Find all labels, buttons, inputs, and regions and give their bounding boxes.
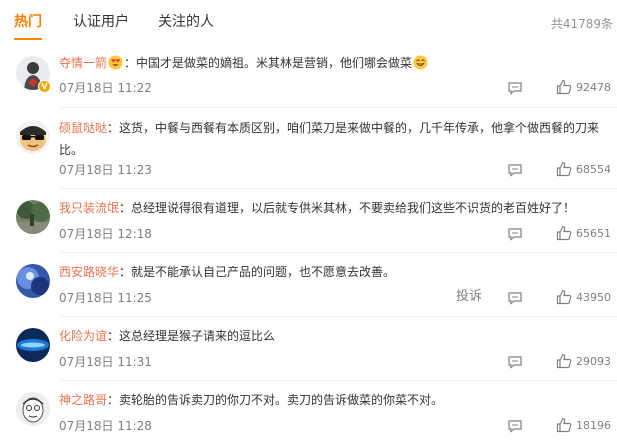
comment-username[interactable]: 夺情一箭: [59, 56, 107, 70]
report-button[interactable]: 投诉: [456, 287, 482, 307]
comment-content: 卖轮胎的告诉卖刀的你刀不对。卖刀的告诉做菜的你菜不对。: [119, 393, 444, 407]
tab-following[interactable]: 关注的人: [158, 13, 214, 31]
tab-verified-users[interactable]: 认证用户: [73, 13, 129, 31]
comment-content: 中国才是做菜的嫡祖。米其林是营销，他们哪会做菜: [136, 56, 413, 70]
comment-time: 07月18日 11:23: [59, 163, 152, 177]
like-icon[interactable]: [556, 417, 572, 433]
like-count: 65651: [576, 227, 611, 240]
like-count: 92478: [576, 81, 611, 94]
comment-time: 07月18日 12:18: [59, 227, 152, 241]
comment-item: V 夺情一箭 ：中国才是做菜的嫡祖。米其林是营销，他们哪会做菜 07月18日 11…: [0, 44, 617, 108]
comment-content: 就是不能承认自己产品的问题，也不愿意去改善。: [131, 265, 396, 279]
comment-text: 神之路哥：卖轮胎的告诉卖刀的你刀不对。卖刀的告诉做菜的你菜不对。: [59, 393, 444, 407]
reply-icon[interactable]: [507, 354, 523, 370]
reply-icon[interactable]: [507, 80, 523, 96]
like-count: 29093: [576, 355, 611, 368]
comment-username[interactable]: 西安路晓华: [59, 265, 119, 279]
comment-username[interactable]: 硕鼠哒哒: [59, 121, 107, 135]
avatar[interactable]: [16, 120, 50, 154]
sunglasses-avatar-icon: [16, 120, 50, 154]
comment-username[interactable]: 我只装流氓: [59, 201, 119, 215]
total-count: 共41789条: [550, 17, 613, 31]
like-count: 68554: [576, 163, 611, 176]
avatar[interactable]: [16, 328, 50, 362]
avatar[interactable]: [16, 200, 50, 234]
tab-hot[interactable]: 热门: [14, 13, 42, 31]
blue-abstract-avatar-icon: [16, 264, 50, 298]
comment-item: 硕鼠哒哒：这货，中餐与西餐有本质区别，咱们菜刀是来做中餐的，几千年传承，他拿个做…: [0, 108, 617, 189]
avatar[interactable]: [16, 264, 50, 298]
reply-icon[interactable]: [507, 226, 523, 242]
blue-orb-avatar-icon: [16, 328, 50, 362]
sketch-face-avatar-icon: [16, 392, 50, 426]
comment-text: 西安路晓华：就是不能承认自己产品的问题，也不愿意去改善。: [59, 265, 396, 279]
comment-time: 07月18日 11:22: [59, 81, 152, 95]
like-icon[interactable]: [556, 353, 572, 369]
heart-eyes-emoji-icon: [108, 55, 123, 70]
comment-content: 总经理说得很有道理，以后就专供米其林，不要卖给我们这些不识货的老百姓好了！: [131, 201, 576, 215]
comment-content: 这总经理是猴子请来的逗比么: [119, 329, 276, 343]
comment-time: 07月18日 11:31: [59, 355, 152, 369]
comment-username[interactable]: 神之路哥: [59, 393, 107, 407]
comment-item: 化险为谊：这总经理是猴子请来的逗比么 07月18日 11:31 29093: [0, 317, 617, 381]
like-icon[interactable]: [556, 225, 572, 241]
comment-time: 07月18日 11:25: [59, 291, 152, 305]
like-icon[interactable]: [556, 79, 572, 95]
comment-item: 我只装流氓：总经理说得很有道理，以后就专供米其林，不要卖给我们这些不识货的老百姓…: [0, 189, 617, 253]
reply-icon[interactable]: [507, 162, 523, 178]
scenery-avatar-icon: [16, 200, 50, 234]
comment-time: 07月18日 11:28: [59, 419, 152, 433]
comment-content: 这货，中餐与西餐有本质区别，咱们菜刀是来做中餐的，几千年传承，他拿个做西餐的刀来…: [59, 121, 600, 157]
like-count: 43950: [576, 291, 611, 304]
comment-list: V 夺情一箭 ：中国才是做菜的嫡祖。米其林是营销，他们哪会做菜 07月18日 11…: [0, 44, 617, 445]
active-tab-indicator: [14, 38, 42, 40]
avatar[interactable]: [16, 392, 50, 426]
comment-item: 神之路哥：卖轮胎的告诉卖刀的你刀不对。卖刀的告诉做菜的你菜不对。 07月18日 …: [0, 381, 617, 445]
like-count: 18196: [576, 419, 611, 432]
like-icon[interactable]: [556, 289, 572, 305]
like-icon[interactable]: [556, 161, 572, 177]
comment-tabs: 热门 认证用户 关注的人 共41789条: [0, 0, 617, 44]
comment-text: 夺情一箭 ：中国才是做菜的嫡祖。米其林是营销，他们哪会做菜: [59, 52, 609, 74]
comment-item: 西安路晓华：就是不能承认自己产品的问题，也不愿意去改善。 07月18日 11:2…: [0, 253, 617, 317]
laughing-emoji-icon: [413, 55, 428, 70]
comment-text: 化险为谊：这总经理是猴子请来的逗比么: [59, 329, 276, 343]
comment-text: 硕鼠哒哒：这货，中餐与西餐有本质区别，咱们菜刀是来做中餐的，几千年传承，他拿个做…: [59, 121, 600, 157]
verified-badge-icon: V: [38, 80, 51, 93]
comment-text: 我只装流氓：总经理说得很有道理，以后就专供米其林，不要卖给我们这些不识货的老百姓…: [59, 201, 576, 215]
reply-icon[interactable]: [507, 418, 523, 434]
comment-username[interactable]: 化险为谊: [59, 329, 107, 343]
reply-icon[interactable]: [507, 290, 523, 306]
